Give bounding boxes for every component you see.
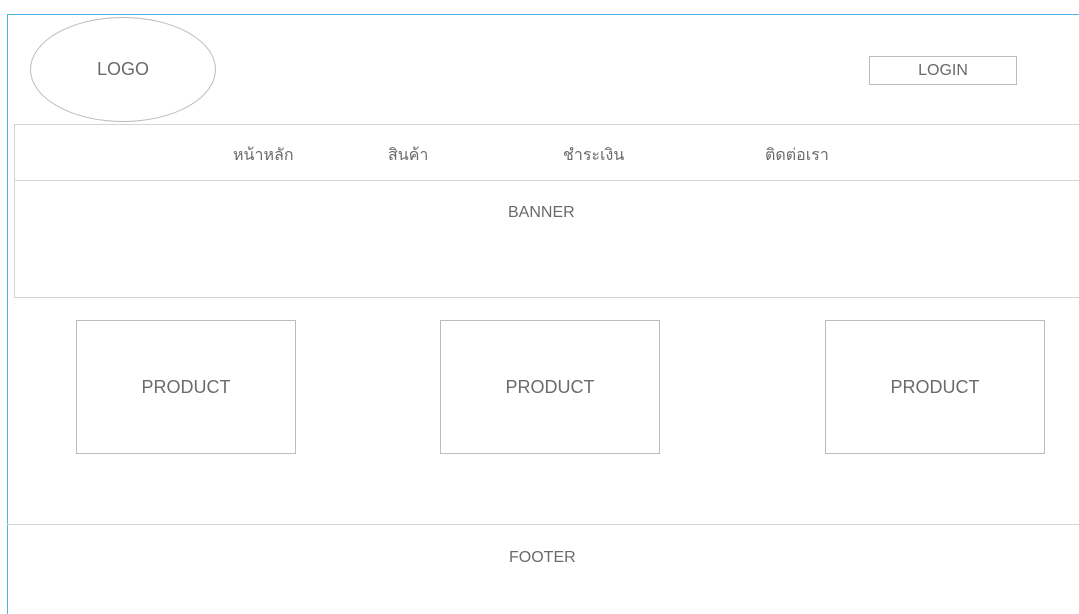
nav-item-payment[interactable]: ชำระเงิน [563,143,624,168]
nav-top-divider [14,124,1079,125]
product-card[interactable]: PRODUCT [440,320,660,454]
nav-item-home[interactable]: หน้าหลัก [233,143,294,168]
banner-bottom-divider [14,297,1079,298]
logo-label: LOGO [96,59,149,79]
footer-label: FOOTER [509,549,576,566]
footer-top-divider [7,524,1079,525]
product-card[interactable]: PRODUCT [76,320,296,454]
login-button[interactable]: LOGIN [869,56,1017,85]
logo[interactable]: LOGO [30,17,216,122]
product-label: PRODUCT [505,376,595,397]
banner-label: BANNER [508,204,575,221]
product-label: PRODUCT [141,376,231,397]
nav-left-border [14,124,15,297]
product-card[interactable]: PRODUCT [825,320,1045,454]
nav-item-contact[interactable]: ติดต่อเรา [765,143,829,168]
nav-item-products[interactable]: สินค้า [388,143,428,168]
nav-bottom-divider [14,180,1079,181]
login-label: LOGIN [918,61,968,79]
product-label: PRODUCT [890,376,980,397]
